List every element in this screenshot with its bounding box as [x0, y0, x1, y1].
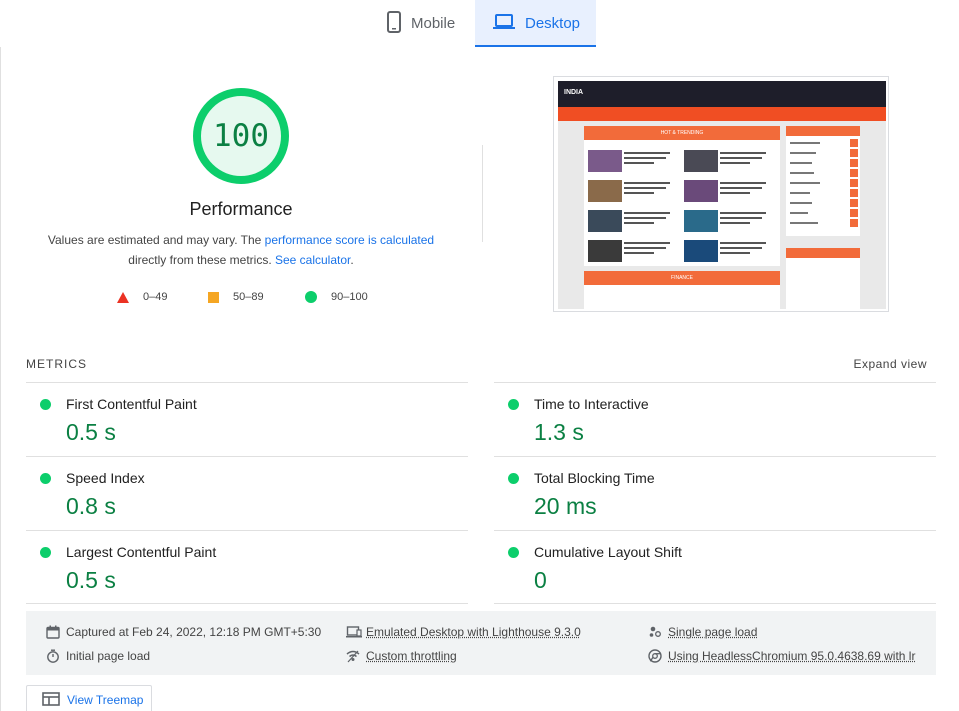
tab-desktop-label: Desktop	[525, 15, 581, 32]
metric-value: 0.5 s	[66, 419, 116, 445]
metrics-divider	[494, 603, 936, 604]
initial-text: Initial page load	[66, 649, 151, 663]
stopwatch-icon	[46, 649, 60, 663]
pass-circle-icon	[40, 473, 51, 484]
metric-value: 0	[534, 567, 547, 593]
description-end: .	[350, 253, 354, 267]
screenshot-page: INDIA HOT & TRENDING FINANCE	[558, 81, 886, 309]
metric-name: Largest Contentful Paint	[66, 544, 217, 560]
emulated-desktop[interactable]: Emulated Desktop with Lighthouse 9.3.0	[346, 624, 581, 640]
treemap-icon	[42, 691, 60, 709]
metrics-divider	[26, 603, 468, 604]
chrome-icon	[648, 649, 662, 663]
screenshot-sidebar-list	[790, 139, 858, 227]
metric-name: First Contentful Paint	[66, 396, 197, 412]
vertical-divider	[482, 145, 483, 242]
pass-circle-icon	[508, 473, 519, 484]
single-page-load[interactable]: Single page load	[648, 624, 757, 640]
metric-value: 1.3 s	[534, 419, 584, 445]
tab-mobile-label: Mobile	[411, 15, 456, 32]
performance-title: Performance	[189, 199, 293, 219]
legend-pass: 90–100	[305, 290, 368, 304]
runtime-settings: Captured at Feb 24, 2022, 12:18 PM GMT+5…	[26, 611, 936, 675]
smartphone-icon	[387, 10, 401, 37]
pass-circle-icon	[508, 399, 519, 410]
metric-value: 20 ms	[534, 493, 597, 519]
screenshot-logo: INDIA	[564, 89, 584, 96]
screenshot-sidebar-heading	[786, 126, 860, 136]
metric-name: Time to Interactive	[534, 396, 649, 412]
screenshot-hot-heading: HOT & TRENDING	[584, 126, 780, 140]
fail-triangle-icon	[117, 291, 129, 303]
final-screenshot[interactable]: INDIA HOT & TRENDING FINANCE	[553, 76, 889, 312]
laptop-icon	[346, 625, 362, 639]
pass-circle-icon	[508, 547, 519, 558]
wifi-icon	[346, 649, 360, 663]
pass-circle-icon	[305, 291, 317, 303]
metric-value: 0.5 s	[66, 567, 116, 593]
screenshot-finance-panel: FINANCE	[584, 271, 780, 309]
initial-page-load: Initial page load	[46, 648, 150, 664]
screenshot-latest	[786, 248, 860, 309]
single-text: Single page load	[668, 625, 758, 639]
device-tabs: Mobile Desktop	[0, 0, 959, 47]
tab-mobile[interactable]: Mobile	[383, 0, 475, 47]
screenshot-header: INDIA	[558, 81, 886, 107]
see-calculator-link[interactable]: See calculator	[275, 253, 350, 267]
frame-border	[0, 47, 1, 711]
calendar-icon	[46, 625, 60, 639]
screenshot-latest-heading	[786, 248, 860, 258]
headless-chromium[interactable]: Using HeadlessChromium 95.0.4638.69 with…	[648, 648, 915, 664]
performance-description: Values are estimated and may vary. The p…	[30, 230, 452, 270]
score-calculated-link[interactable]: performance score is calculated	[265, 233, 434, 247]
screenshot-articles	[588, 150, 766, 262]
average-square-icon	[208, 291, 219, 303]
metric-name: Speed Index	[66, 470, 145, 486]
metric-first-contentful-paint: First Contentful Paint 0.5 s	[26, 382, 468, 456]
pass-circle-icon	[40, 547, 51, 558]
pass-circle-icon	[40, 399, 51, 410]
metric-time-to-interactive: Time to Interactive 1.3 s	[494, 382, 936, 456]
legend-average: 50–89	[208, 290, 264, 304]
performance-score-value: 100	[213, 118, 269, 154]
description-text: Values are estimated and may vary. The	[47, 233, 265, 247]
legend-average-range: 50–89	[233, 291, 264, 303]
captured-text: Captured at Feb 24, 2022, 12:18 PM GMT+5…	[66, 625, 322, 639]
people-icon	[648, 625, 662, 639]
description-text-2: directly from these metrics.	[128, 253, 275, 267]
expand-view-button[interactable]: Expand view	[853, 357, 927, 371]
view-treemap-button[interactable]: View Treemap	[26, 685, 152, 711]
laptop-icon	[493, 13, 515, 34]
metric-largest-contentful-paint: Largest Contentful Paint 0.5 s	[26, 530, 468, 604]
captured-at: Captured at Feb 24, 2022, 12:18 PM GMT+5…	[46, 624, 321, 640]
metric-name: Cumulative Layout Shift	[534, 544, 682, 560]
custom-throttling[interactable]: Custom throttling	[346, 648, 457, 664]
tab-desktop[interactable]: Desktop	[475, 0, 596, 47]
using-text: Using HeadlessChromium 95.0.4638.69 with…	[668, 649, 916, 663]
legend-pass-range: 90–100	[331, 291, 368, 303]
screenshot-sidebar	[786, 126, 860, 236]
legend-fail-range: 0–49	[143, 291, 168, 303]
metric-value: 0.8 s	[66, 493, 116, 519]
metric-total-blocking-time: Total Blocking Time 20 ms	[494, 456, 936, 530]
emulated-text: Emulated Desktop with Lighthouse 9.3.0	[366, 625, 581, 639]
metrics-heading: METRICS	[26, 357, 87, 371]
metric-speed-index: Speed Index 0.8 s	[26, 456, 468, 530]
view-treemap-label: View Treemap	[67, 693, 144, 707]
legend-fail: 0–49	[117, 290, 167, 304]
metric-name: Total Blocking Time	[534, 470, 655, 486]
screenshot-finance-heading: FINANCE	[584, 271, 780, 285]
screenshot-nav	[558, 107, 886, 121]
throttling-text: Custom throttling	[366, 649, 457, 663]
metric-cumulative-layout-shift: Cumulative Layout Shift 0	[494, 530, 936, 604]
screenshot-hot-panel: HOT & TRENDING	[584, 126, 780, 266]
